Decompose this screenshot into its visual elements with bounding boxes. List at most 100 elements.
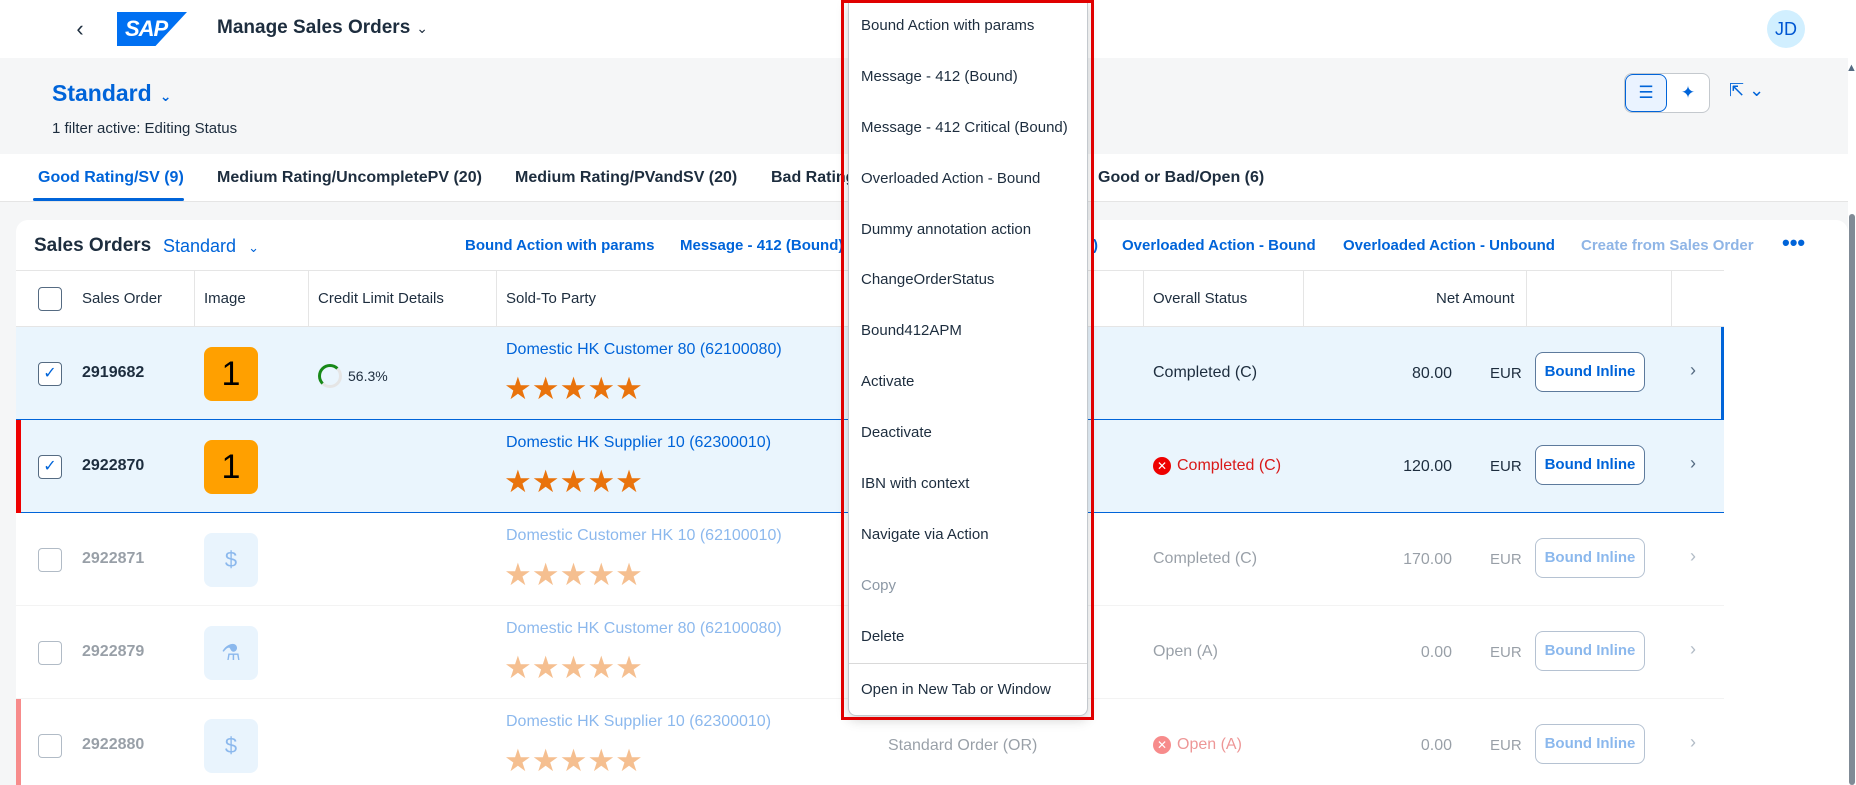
column-sold-to-party[interactable]: Sold-To Party (506, 290, 596, 307)
column-divider (1303, 270, 1304, 327)
bound-action-params-button[interactable]: Bound Action with params (465, 237, 654, 254)
overall-status: Open (A) (1153, 643, 1218, 660)
net-amount: 120.00 (1403, 458, 1452, 475)
bound-inline-button[interactable]: Bound Inline (1535, 538, 1645, 578)
overall-status-text: Completed (C) (1177, 457, 1282, 474)
column-divider (1526, 270, 1527, 327)
money-icon: $ (204, 719, 258, 773)
sold-to-party-link[interactable]: Domestic HK Supplier 10 (62300010) (506, 434, 771, 452)
error-icon: ✕ (1153, 457, 1171, 475)
currency: EUR (1490, 737, 1522, 754)
credit-limit-value: 56.3% (348, 368, 388, 384)
chevron-right-icon[interactable]: › (1690, 453, 1696, 474)
chevron-down-icon: ⌄ (159, 88, 172, 104)
sold-to-party-link[interactable]: Domestic Customer HK 10 (62100010) (506, 527, 782, 545)
scroll-up-icon[interactable]: ▲ (1846, 62, 1856, 74)
chevron-right-icon[interactable]: › (1690, 546, 1696, 567)
overall-status: ✕ Completed (C) (1153, 457, 1281, 475)
select-all-checkbox[interactable] (38, 287, 62, 311)
overall-status: Completed (C) (1153, 550, 1258, 567)
net-amount: 0.00 (1420, 644, 1452, 661)
star-rating: ★★★★★ (504, 371, 643, 406)
chevron-right-icon[interactable]: › (1690, 360, 1696, 381)
bound-inline-button[interactable]: Bound Inline (1535, 445, 1645, 485)
filter-summary: 1 filter active: Editing Status (52, 120, 238, 137)
currency: EUR (1490, 365, 1522, 382)
column-credit-limit[interactable]: Credit Limit Details (318, 290, 444, 307)
progress-ring-icon (318, 364, 342, 388)
table-variant-name: Standard (163, 236, 237, 256)
column-image[interactable]: Image (204, 290, 246, 307)
chevron-right-icon[interactable]: › (1690, 732, 1696, 753)
table-title: Sales Orders (34, 235, 152, 256)
header-toggle-group: ☰ ✦ (1624, 73, 1710, 113)
chevron-down-icon: ⌄ (248, 240, 259, 255)
sold-to-party-link[interactable]: Domestic HK Supplier 10 (62300010) (506, 713, 771, 731)
avatar[interactable]: JD (1767, 10, 1805, 48)
column-divider (194, 270, 195, 327)
tab-medium-pvandsv[interactable]: Medium Rating/PVandSV (20) (515, 169, 737, 187)
star-rating: ★★★★★ (504, 464, 643, 499)
tab-medium-uncomplete[interactable]: Medium Rating/UncompletePV (20) (217, 169, 482, 187)
variant-selector[interactable]: Standard ⌄ (52, 80, 171, 107)
bound-inline-button[interactable]: Bound Inline (1535, 724, 1645, 764)
currency: EUR (1490, 551, 1522, 568)
filter-bar-icon[interactable]: ☰ (1625, 74, 1667, 112)
row-checkbox[interactable] (38, 734, 62, 758)
bound-inline-button[interactable]: Bound Inline (1535, 631, 1645, 671)
bound-inline-button[interactable]: Bound Inline (1535, 352, 1645, 392)
ai-sparkle-icon[interactable]: ✦ (1667, 74, 1709, 112)
row-checkbox[interactable] (38, 641, 62, 665)
sold-to-party-link[interactable]: Domestic HK Customer 80 (62100080) (506, 341, 782, 359)
order-type: Standard Order (OR) (888, 737, 1038, 754)
overall-status: Completed (C) (1153, 364, 1258, 381)
overloaded-action-unbound-button[interactable]: Overloaded Action - Unbound (1343, 237, 1555, 254)
column-divider (1671, 270, 1672, 327)
column-net-amount[interactable]: Net Amount (1436, 290, 1514, 307)
sold-to-party-link[interactable]: Domestic HK Customer 80 (62100080) (506, 620, 782, 638)
tab-selected-indicator (33, 198, 184, 201)
sales-order-id: 2922871 (82, 550, 145, 567)
image-badge: 1 (204, 347, 258, 401)
variant-name: Standard (52, 80, 152, 106)
column-sales-order[interactable]: Sales Order (82, 290, 162, 307)
column-divider (308, 270, 309, 327)
error-icon: ✕ (1153, 736, 1171, 754)
sales-order-id: 2919682 (82, 364, 145, 381)
sap-logo[interactable]: SAP (117, 12, 187, 46)
back-icon[interactable]: ‹ (70, 18, 90, 40)
column-overall-status[interactable]: Overall Status (1153, 290, 1247, 307)
net-amount: 170.00 (1403, 551, 1452, 568)
star-rating: ★★★★★ (504, 557, 643, 592)
tab-good-or-bad-open[interactable]: Good or Bad/Open (6) (1098, 169, 1264, 187)
highlight-outline (841, 0, 1094, 720)
row-checkbox[interactable]: ✓ (38, 362, 62, 386)
overloaded-action-bound-button[interactable]: Overloaded Action - Bound (1122, 237, 1316, 254)
star-rating: ★★★★★ (504, 743, 643, 778)
tab-good-rating[interactable]: Good Rating/SV (9) (38, 169, 184, 187)
star-rating: ★★★★★ (504, 650, 643, 685)
money-icon: $ (204, 533, 258, 587)
overall-status-text: Open (A) (1177, 736, 1242, 753)
column-divider (1143, 270, 1144, 327)
sales-order-id: 2922880 (82, 736, 145, 753)
app-title: Manage Sales Orders (217, 17, 411, 38)
currency: EUR (1490, 644, 1522, 661)
app-title-menu[interactable]: Manage Sales Orders ⌄ (217, 17, 428, 39)
row-checkbox[interactable] (38, 548, 62, 572)
image-badge: 1 (204, 440, 258, 494)
more-icon[interactable]: ••• (1782, 230, 1805, 256)
create-from-sales-order-button[interactable]: Create from Sales Order (1581, 237, 1754, 254)
sales-order-id: 2922879 (82, 643, 145, 660)
table-variant-selector[interactable]: Standard ⌄ (163, 236, 259, 257)
row-checkbox[interactable]: ✓ (38, 455, 62, 479)
scrollbar-thumb[interactable] (1849, 214, 1855, 785)
error-marker (16, 699, 21, 785)
share-icon[interactable]: ⇱ ⌄ (1729, 80, 1764, 101)
currency: EUR (1490, 458, 1522, 475)
net-amount: 80.00 (1411, 365, 1452, 382)
chevron-right-icon[interactable]: › (1690, 639, 1696, 660)
message-412-bound-button[interactable]: Message - 412 (Bound) (680, 237, 843, 254)
chevron-down-icon: ⌄ (416, 20, 428, 36)
error-marker (16, 420, 21, 513)
